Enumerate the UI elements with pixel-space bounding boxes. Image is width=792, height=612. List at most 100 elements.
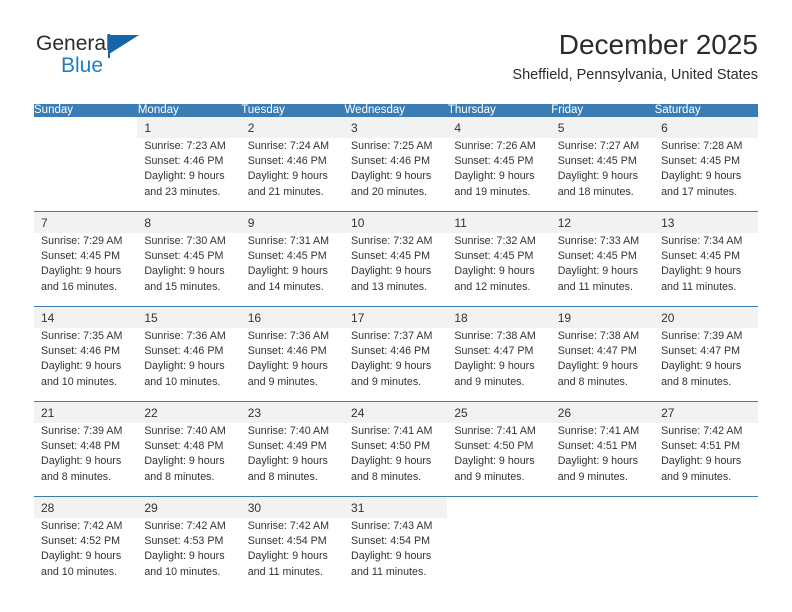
- sunrise-text: Sunrise: 7:39 AM: [661, 330, 743, 342]
- day-number-cell[interactable]: 12: [550, 211, 655, 233]
- day-detail-cell[interactable]: Sunrise: 7:32 AM Sunset: 4:45 PM Daylight:…: [344, 233, 448, 307]
- brand-name-general: General: [36, 32, 111, 55]
- day-detail-cell[interactable]: Sunrise: 7:29 AM Sunset: 4:45 PM Daylight:…: [34, 233, 138, 307]
- day-detail-cell[interactable]: Sunrise: 7:42 AM Sunset: 4:51 PM Daylight:…: [654, 423, 758, 497]
- daylight-text: Daylight: 9 hours and 20 minutes.: [351, 170, 432, 198]
- day-detail-cell[interactable]: Sunrise: 7:39 AM Sunset: 4:47 PM Daylight:…: [654, 328, 758, 402]
- day-number-cell[interactable]: 25: [447, 401, 551, 423]
- sunrise-text: Sunrise: 7:25 AM: [351, 140, 433, 152]
- daylight-text: Daylight: 9 hours and 16 minutes.: [41, 265, 122, 293]
- day-detail-cell[interactable]: Sunrise: 7:26 AM Sunset: 4:45 PM Daylight:…: [447, 138, 551, 212]
- day-number-cell[interactable]: 24: [344, 401, 448, 423]
- sunrise-text: Sunrise: 7:41 AM: [351, 425, 433, 437]
- day-number-cell[interactable]: 20: [654, 306, 758, 328]
- day-number-cell[interactable]: 1: [137, 117, 241, 138]
- sunset-text: Sunset: 4:46 PM: [144, 155, 224, 168]
- day-detail-cell[interactable]: Sunrise: 7:24 AM Sunset: 4:46 PM Daylight:…: [240, 138, 345, 212]
- sunset-text: Sunset: 4:50 PM: [351, 440, 431, 453]
- day-detail-cell[interactable]: Sunrise: 7:30 AM Sunset: 4:45 PM Daylight:…: [137, 233, 241, 307]
- day-detail-cell[interactable]: Sunrise: 7:41 AM Sunset: 4:51 PM Daylight:…: [550, 423, 655, 497]
- day-number-cell[interactable]: 21: [34, 401, 138, 423]
- day-empty-cell: [447, 518, 551, 591]
- daylight-text: Daylight: 9 hours and 10 minutes.: [144, 550, 225, 578]
- day-detail-cell[interactable]: Sunrise: 7:36 AM Sunset: 4:46 PM Daylight:…: [240, 328, 345, 402]
- day-detail-cell[interactable]: Sunrise: 7:43 AM Sunset: 4:54 PM Daylight:…: [344, 518, 448, 591]
- day-detail-cell[interactable]: Sunrise: 7:42 AM Sunset: 4:54 PM Daylight:…: [240, 518, 345, 591]
- day-detail-cell[interactable]: Sunrise: 7:38 AM Sunset: 4:47 PM Daylight:…: [550, 328, 655, 402]
- day-number-cell[interactable]: 31: [344, 496, 448, 518]
- day-detail-cell[interactable]: Sunrise: 7:28 AM Sunset: 4:45 PM Daylight:…: [654, 138, 758, 212]
- daylight-text: Daylight: 9 hours and 9 minutes.: [661, 455, 742, 483]
- page-subtitle: Sheffield, Pennsylvania, United States: [512, 67, 758, 84]
- day-number-cell[interactable]: 15: [137, 306, 241, 328]
- sunset-text: Sunset: 4:45 PM: [557, 250, 637, 263]
- day-number-cell[interactable]: 26: [550, 401, 655, 423]
- sunset-text: Sunset: 4:45 PM: [247, 250, 327, 263]
- sunrise-text: Sunrise: 7:38 AM: [454, 330, 536, 342]
- day-number-cell[interactable]: 2: [240, 117, 345, 138]
- daylight-text: Daylight: 9 hours and 10 minutes.: [144, 360, 225, 388]
- day-number-cell[interactable]: 8: [137, 211, 241, 233]
- day-number-cell[interactable]: 14: [34, 306, 138, 328]
- day-detail-cell[interactable]: Sunrise: 7:32 AM Sunset: 4:45 PM Daylight:…: [447, 233, 551, 307]
- day-detail-cell[interactable]: Sunrise: 7:27 AM Sunset: 4:45 PM Daylight:…: [550, 138, 655, 212]
- day-number-cell[interactable]: 19: [550, 306, 655, 328]
- day-number-cell[interactable]: 3: [344, 117, 448, 138]
- daylight-text: Daylight: 9 hours and 12 minutes.: [454, 265, 535, 293]
- day-number-cell[interactable]: 7: [34, 211, 138, 233]
- day-detail-cell[interactable]: Sunrise: 7:40 AM Sunset: 4:48 PM Daylight:…: [137, 423, 241, 497]
- day-number-cell[interactable]: 22: [137, 401, 241, 423]
- sunrise-text: Sunrise: 7:37 AM: [351, 330, 433, 342]
- day-empty-cell: [34, 117, 138, 138]
- day-detail-cell[interactable]: Sunrise: 7:41 AM Sunset: 4:50 PM Daylight:…: [447, 423, 551, 497]
- brand-logo[interactable]: General Blue: [34, 28, 254, 90]
- day-detail-cell[interactable]: Sunrise: 7:35 AM Sunset: 4:46 PM Daylight:…: [34, 328, 138, 402]
- day-number-cell[interactable]: 23: [240, 401, 345, 423]
- day-number-cell[interactable]: 9: [240, 211, 345, 233]
- day-number-cell[interactable]: 11: [447, 211, 551, 233]
- day-detail-cell[interactable]: Sunrise: 7:36 AM Sunset: 4:46 PM Daylight:…: [137, 328, 241, 402]
- day-detail-cell[interactable]: Sunrise: 7:42 AM Sunset: 4:52 PM Daylight:…: [34, 518, 138, 591]
- sunrise-text: Sunrise: 7:34 AM: [661, 235, 743, 247]
- day-detail-cell[interactable]: Sunrise: 7:34 AM Sunset: 4:45 PM Daylight:…: [654, 233, 758, 307]
- day-number-cell[interactable]: 27: [654, 401, 758, 423]
- day-empty-cell: [550, 496, 655, 518]
- day-number-cell[interactable]: 28: [34, 496, 138, 518]
- day-number-cell[interactable]: 17: [344, 306, 448, 328]
- day-number-cell[interactable]: 30: [240, 496, 345, 518]
- week-info-row: Sunrise: 7:23 AM Sunset: 4:46 PM Daylight:…: [34, 138, 758, 212]
- weekday-header-tuesday: Tuesday: [240, 104, 345, 117]
- day-detail-cell[interactable]: Sunrise: 7:42 AM Sunset: 4:53 PM Daylight:…: [137, 518, 241, 591]
- daylight-text: Daylight: 9 hours and 18 minutes.: [557, 170, 638, 198]
- day-detail-cell[interactable]: Sunrise: 7:25 AM Sunset: 4:46 PM Daylight:…: [344, 138, 448, 212]
- day-detail-cell[interactable]: Sunrise: 7:23 AM Sunset: 4:46 PM Daylight:…: [137, 138, 241, 212]
- sunset-text: Sunset: 4:50 PM: [454, 440, 534, 453]
- day-number-cell[interactable]: 6: [654, 117, 758, 138]
- day-number-cell[interactable]: 13: [654, 211, 758, 233]
- sunrise-text: Sunrise: 7:42 AM: [661, 425, 743, 437]
- sunset-text: Sunset: 4:48 PM: [144, 440, 224, 453]
- daylight-text: Daylight: 9 hours and 9 minutes.: [247, 360, 328, 388]
- day-detail-cell[interactable]: Sunrise: 7:40 AM Sunset: 4:49 PM Daylight:…: [240, 423, 345, 497]
- day-detail-cell[interactable]: Sunrise: 7:38 AM Sunset: 4:47 PM Daylight:…: [447, 328, 551, 402]
- day-number-cell[interactable]: 4: [447, 117, 551, 138]
- sunrise-text: Sunrise: 7:26 AM: [454, 140, 536, 152]
- day-detail-cell[interactable]: Sunrise: 7:41 AM Sunset: 4:50 PM Daylight:…: [344, 423, 448, 497]
- day-detail-cell[interactable]: Sunrise: 7:31 AM Sunset: 4:45 PM Daylight:…: [240, 233, 345, 307]
- weekday-header-row: Sunday Monday Tuesday Wednesday Thursday…: [34, 104, 759, 117]
- day-number-cell[interactable]: 16: [240, 306, 345, 328]
- day-number-cell[interactable]: 18: [447, 306, 551, 328]
- day-number-cell[interactable]: 5: [550, 117, 655, 138]
- day-detail-cell[interactable]: Sunrise: 7:39 AM Sunset: 4:48 PM Daylight:…: [34, 423, 138, 497]
- day-number-cell[interactable]: 10: [344, 211, 448, 233]
- day-detail-cell[interactable]: Sunrise: 7:37 AM Sunset: 4:46 PM Daylight:…: [344, 328, 448, 402]
- weekday-header-thursday: Thursday: [447, 104, 552, 117]
- day-detail-cell[interactable]: Sunrise: 7:33 AM Sunset: 4:45 PM Daylight:…: [550, 233, 655, 307]
- day-number-cell[interactable]: 29: [137, 496, 241, 518]
- day-empty-cell: [654, 496, 758, 518]
- title-block: December 2025 Sheffield, Pennsylvania, U…: [512, 28, 758, 84]
- sunrise-text: Sunrise: 7:40 AM: [247, 425, 330, 437]
- week-dates-row: 123456: [34, 117, 758, 138]
- page-title: December 2025: [558, 29, 758, 60]
- calendar-page: General Blue December 2025 Sheffield, Pe…: [0, 0, 792, 612]
